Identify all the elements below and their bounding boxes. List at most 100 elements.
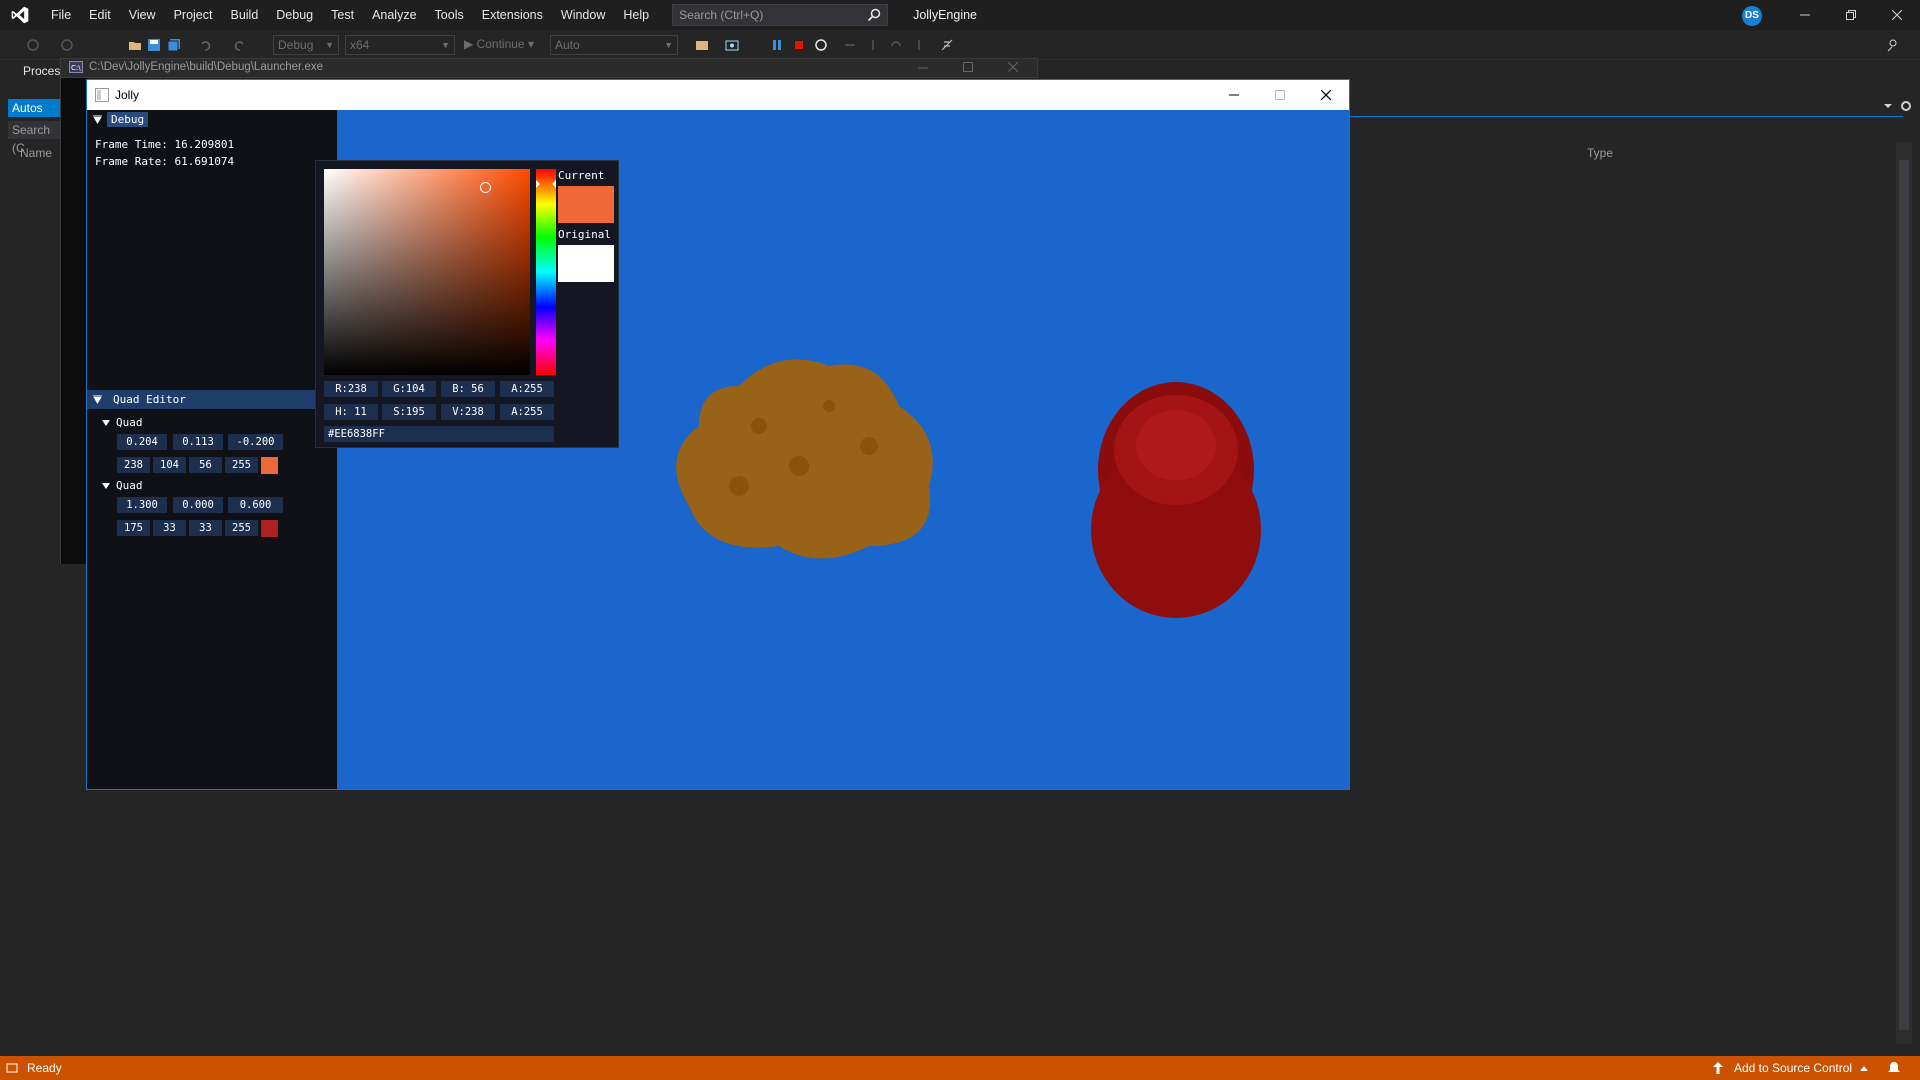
hex-input[interactable]: #EE6838FF <box>324 426 554 442</box>
hsv-h-field[interactable]: H: 11 <box>324 404 378 420</box>
rgb-r-field[interactable]: R:238 <box>324 381 378 397</box>
auto-select[interactable]: Auto ▼ <box>550 35 678 55</box>
quad-2-color-a[interactable]: 255 <box>225 520 258 536</box>
search-input[interactable]: Search (Ctrl+Q) <box>672 4 889 26</box>
menu-build[interactable]: Build <box>221 0 267 30</box>
sv-cursor[interactable] <box>480 182 491 193</box>
add-to-source-control[interactable]: Add to Source Control <box>1734 1061 1852 1075</box>
stop-icon[interactable] <box>792 38 806 52</box>
config-value: Debug <box>278 38 314 52</box>
continue-button[interactable]: ▶ Continue ▾ <box>464 37 534 51</box>
hsv-v-field[interactable]: V:238 <box>441 404 495 420</box>
open-folder-icon[interactable] <box>128 38 142 52</box>
saturation-value-square[interactable] <box>324 169 530 375</box>
chevron-up-icon[interactable] <box>1860 1065 1868 1071</box>
menu-window[interactable]: Window <box>552 0 614 30</box>
menu-help[interactable]: Help <box>614 0 658 30</box>
close-icon[interactable] <box>1008 62 1018 72</box>
quad-1-color-swatch[interactable] <box>261 457 278 474</box>
column-header-name[interactable]: Name <box>20 146 52 160</box>
game-viewport[interactable]: Debug Frame Time: 16.209801 Frame Rate: … <box>87 110 1349 789</box>
quad-2-color-swatch[interactable] <box>261 520 278 537</box>
menu-test[interactable]: Test <box>322 0 363 30</box>
quad-editor-panel: Quad Editor Quad 0.204 0.113 -0.200 238 … <box>87 390 337 789</box>
quad-1-color-b[interactable]: 56 <box>189 457 222 473</box>
quad-1-pos-x[interactable]: 0.204 <box>117 434 167 450</box>
quad-2-color-b[interactable]: 33 <box>189 520 222 536</box>
scrollbar-thumb[interactable] <box>1899 160 1909 1030</box>
collapse-icon[interactable] <box>93 395 102 404</box>
menu-extensions[interactable]: Extensions <box>473 0 552 30</box>
profile-avatar[interactable]: DS <box>1742 6 1762 26</box>
step-out-icon[interactable] <box>912 38 926 52</box>
menu-debug[interactable]: Debug <box>267 0 322 30</box>
vs-toolbar: Debug ▼ x64 ▼ ▶ Continue ▾ Auto ▼ <box>0 30 1920 60</box>
redo-icon[interactable] <box>232 38 246 52</box>
jolly-close-button[interactable] <box>1303 80 1349 110</box>
quad-2-label[interactable]: Quad <box>116 479 143 492</box>
hue-slider[interactable] <box>536 169 556 375</box>
autos-search-input[interactable]: Search (C <box>8 121 62 155</box>
quad-1-label[interactable]: Quad <box>116 416 143 429</box>
status-bar: Ready Add to Source Control <box>0 1056 1920 1080</box>
collapse-icon[interactable] <box>93 115 102 124</box>
debug-panel-header[interactable]: Debug <box>87 110 337 129</box>
quad-1-pos-y[interactable]: 0.113 <box>173 434 223 450</box>
console-title: C:\Dev\JollyEngine\build\Debug\Launcher.… <box>89 61 323 73</box>
quad-editor-header[interactable]: Quad Editor <box>87 390 337 409</box>
hsv-a-field[interactable]: A:255 <box>500 404 554 420</box>
menu-edit[interactable]: Edit <box>80 0 120 30</box>
rgb-b-field[interactable]: B: 56 <box>441 381 495 397</box>
platform-select[interactable]: x64 ▼ <box>345 35 455 55</box>
config-select[interactable]: Debug ▼ <box>273 35 339 55</box>
chevron-down-icon[interactable] <box>1883 101 1893 111</box>
jolly-maximize-button[interactable] <box>1257 80 1303 110</box>
gear-icon[interactable] <box>1900 100 1912 112</box>
jolly-minimize-button[interactable] <box>1211 80 1257 110</box>
rgb-g-field[interactable]: G:104 <box>382 381 436 397</box>
restore-button[interactable] <box>1828 0 1874 30</box>
attach-icon[interactable] <box>695 38 709 52</box>
quad-2-color-g[interactable]: 33 <box>153 520 186 536</box>
save-all-icon[interactable] <box>167 38 181 52</box>
close-button[interactable] <box>1874 0 1920 30</box>
breakpoints-icon[interactable] <box>940 38 954 52</box>
pause-icon[interactable] <box>770 38 784 52</box>
menu-view[interactable]: View <box>120 0 165 30</box>
quad-2-pos-y[interactable]: 0.000 <box>173 497 223 513</box>
tab-autos[interactable]: Autos <box>8 99 62 117</box>
maximize-icon[interactable] <box>963 62 973 72</box>
notification-bell-icon[interactable] <box>1888 1061 1900 1074</box>
undo-icon[interactable] <box>199 38 213 52</box>
rgb-a-field[interactable]: A:255 <box>500 381 554 397</box>
tree-expand-icon[interactable] <box>102 482 110 490</box>
quad-2-color-r[interactable]: 175 <box>117 520 150 536</box>
step-into-icon[interactable] <box>866 38 880 52</box>
quad-1-color-r[interactable]: 238 <box>117 457 150 473</box>
menu-tools[interactable]: Tools <box>426 0 473 30</box>
back-icon[interactable] <box>26 38 40 52</box>
forward-icon[interactable] <box>60 38 74 52</box>
minimize-button[interactable] <box>1782 0 1828 30</box>
menu-analyze[interactable]: Analyze <box>363 0 425 30</box>
live-share-icon[interactable] <box>1886 38 1900 52</box>
menu-project[interactable]: Project <box>165 0 222 30</box>
play-icon: ▶ <box>464 37 477 51</box>
column-header-type[interactable]: Type <box>1587 146 1613 160</box>
restart-icon[interactable] <box>814 38 828 52</box>
original-color-swatch[interactable] <box>558 245 614 282</box>
quad-2-pos-x[interactable]: 1.300 <box>117 497 167 513</box>
step-over-icon[interactable] <box>843 38 857 52</box>
step-back-icon[interactable] <box>889 38 903 52</box>
quad-2-pos-z[interactable]: 0.600 <box>228 497 283 513</box>
screenshot-icon[interactable] <box>725 38 739 52</box>
chevron-down-icon: ▼ <box>325 40 334 50</box>
menu-file[interactable]: File <box>42 0 80 30</box>
save-icon[interactable] <box>147 38 161 52</box>
hsv-s-field[interactable]: S:195 <box>382 404 436 420</box>
quad-1-color-g[interactable]: 104 <box>153 457 186 473</box>
quad-1-color-a[interactable]: 255 <box>225 457 258 473</box>
tree-expand-icon[interactable] <box>102 419 110 427</box>
quad-1-pos-z[interactable]: -0.200 <box>228 434 283 450</box>
minimize-icon[interactable] <box>918 67 928 69</box>
